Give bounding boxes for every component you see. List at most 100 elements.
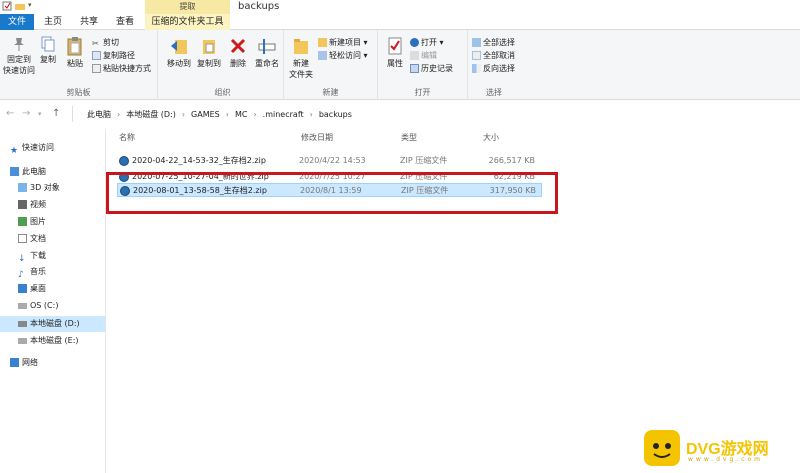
new-folder-label-line2: 文件夹 (289, 70, 313, 79)
edit-icon (410, 51, 419, 60)
open-icon (410, 38, 419, 47)
desktop-icon (18, 284, 27, 293)
new-item-label: 新建项目 (329, 38, 361, 47)
nav-item-videos[interactable]: 视频 (0, 197, 105, 213)
nav-item-desktop[interactable]: 桌面 (0, 281, 105, 297)
window-title: backups (238, 1, 280, 12)
nav-item-this-pc[interactable]: 此电脑 (0, 164, 105, 180)
nav-item-drive-c[interactable]: OS (C:) (0, 298, 105, 314)
copy-button[interactable]: 复制 (36, 36, 60, 65)
breadcrumb-item-backups[interactable]: backups (319, 110, 352, 119)
easy-access-label: 轻松访问 (329, 51, 361, 60)
cut-button[interactable]: ✂ 剪切 (92, 37, 119, 48)
drive-icon (18, 320, 27, 327)
select-none-label: 全部取消 (483, 51, 515, 60)
nav-item-network[interactable]: 网络 (0, 355, 105, 371)
breadcrumb-item-drive-d[interactable]: 本地磁盘 (D:) (126, 109, 176, 120)
history-label: 历史记录 (421, 64, 453, 73)
properties-qat-icon[interactable] (2, 1, 12, 11)
forward-arrow-icon[interactable]: → (22, 108, 30, 119)
folder-qat-icon[interactable] (15, 1, 25, 11)
pictures-icon (18, 217, 27, 226)
invert-selection-button[interactable]: 反向选择 (472, 63, 515, 74)
pin-label-line2: 快速访问 (3, 66, 35, 75)
nav-item-label: 3D 对象 (30, 183, 60, 192)
file-date: 2020/4/22 14:53 (299, 156, 366, 165)
select-none-icon (472, 51, 481, 60)
nav-item-label: 文档 (30, 234, 46, 243)
new-folder-label-line1: 新建 (293, 59, 309, 68)
nav-item-music[interactable]: ♪ 音乐 (0, 264, 105, 280)
history-button[interactable]: 历史记录 (410, 63, 453, 74)
breadcrumb-item-mc[interactable]: MC (235, 110, 248, 119)
cube-icon (18, 183, 27, 192)
chevron-down-icon[interactable]: ▾ (28, 1, 38, 11)
nav-item-quick-access[interactable]: ★ 快速访问 (0, 140, 105, 156)
breadcrumb-item-games[interactable]: GAMES (191, 110, 220, 119)
nav-item-documents[interactable]: 文档 (0, 231, 105, 247)
paste-button[interactable]: 粘贴 (62, 36, 88, 69)
copy-path-button[interactable]: 复制路径 (92, 50, 135, 61)
paste-shortcut-button[interactable]: 粘贴快捷方式 (92, 63, 151, 74)
paste-icon (67, 37, 82, 56)
nav-item-label: 桌面 (30, 284, 46, 293)
tab-share[interactable]: 共享 (74, 14, 104, 30)
rename-button[interactable]: 重命名 (252, 36, 282, 69)
invert-selection-label: 反向选择 (483, 64, 515, 73)
properties-label: 属性 (387, 59, 403, 68)
pin-icon (14, 38, 24, 51)
open-label: 打开 (421, 38, 437, 47)
nav-item-pictures[interactable]: 图片 (0, 214, 105, 230)
nav-item-label: 本地磁盘 (E:) (30, 336, 79, 345)
tab-compressed-folder-tools[interactable]: 压缩的文件夹工具 (145, 14, 230, 30)
select-none-button[interactable]: 全部取消 (472, 50, 515, 61)
quick-access-toolbar: ▾ (2, 1, 38, 11)
cut-label: 剪切 (103, 38, 119, 47)
context-tab-extract[interactable]: 提取 (145, 0, 230, 14)
zip-file-icon (119, 155, 129, 166)
properties-button[interactable]: 属性 (382, 36, 408, 69)
tab-file[interactable]: 文件 (0, 14, 34, 30)
select-all-button[interactable]: 全部选择 (472, 37, 515, 48)
nav-item-label: 视频 (30, 200, 46, 209)
column-header-type[interactable]: 类型 (401, 130, 417, 146)
nav-item-label: OS (C:) (30, 301, 59, 310)
column-header-name[interactable]: 名称 (119, 130, 135, 146)
file-size: 266,517 KB (488, 156, 535, 165)
nav-item-3d-objects[interactable]: 3D 对象 (0, 180, 105, 196)
open-button[interactable]: 打开 ▾ (410, 37, 444, 48)
copy-path-label: 复制路径 (103, 51, 135, 60)
breadcrumb[interactable]: 此电脑 › 本地磁盘 (D:) › GAMES › MC › .minecraft › b… (72, 106, 800, 122)
history-icon (410, 64, 419, 73)
nav-item-drive-e[interactable]: 本地磁盘 (E:) (0, 333, 105, 349)
ribbon-tabs: 文件 主页 共享 查看 压缩的文件夹工具 (0, 14, 800, 30)
tab-view[interactable]: 查看 (110, 14, 140, 30)
new-item-button[interactable]: 新建项目 ▾ (318, 37, 368, 48)
new-folder-button[interactable]: 新建 文件夹 (286, 36, 316, 80)
rename-label: 重命名 (255, 59, 279, 68)
chevron-right-icon: › (225, 109, 229, 119)
move-to-button[interactable]: 移动到 (164, 36, 194, 69)
chevron-down-icon[interactable]: ▾ (38, 110, 42, 118)
nav-item-label: 本地磁盘 (D:) (30, 319, 80, 328)
properties-icon (388, 37, 402, 55)
easy-access-button[interactable]: 轻松访问 ▾ (318, 50, 368, 61)
copy-path-icon (92, 51, 101, 60)
up-arrow-icon[interactable]: ↑ (52, 108, 60, 119)
edit-button[interactable]: 编辑 (410, 50, 437, 61)
delete-button[interactable]: 删除 (226, 36, 250, 69)
navigation-pane: ★ 快速访问 此电脑 3D 对象 视频 图片 文档 ↓ 下载 ♪ 音乐 桌面 OS (… (0, 130, 106, 473)
breadcrumb-item-this-pc[interactable]: 此电脑 (87, 109, 111, 120)
move-to-icon (171, 40, 187, 54)
back-arrow-icon[interactable]: ← (6, 108, 14, 119)
select-group-label: 选择 (486, 88, 502, 97)
column-header-size[interactable]: 大小 (483, 130, 499, 146)
table-row[interactable]: 2020-04-22_14-53-32_生存档2.zip 2020/4/22 1… (117, 154, 542, 168)
breadcrumb-item-minecraft[interactable]: .minecraft (263, 110, 304, 119)
nav-item-drive-d[interactable]: 本地磁盘 (D:) (0, 316, 105, 332)
copy-to-button[interactable]: 复制到 (194, 36, 224, 69)
column-header-date[interactable]: 修改日期 (301, 130, 333, 146)
tab-home[interactable]: 主页 (38, 14, 68, 30)
nav-item-downloads[interactable]: ↓ 下载 (0, 248, 105, 264)
pin-quick-access-button[interactable]: 固定到 快速访问 (2, 36, 36, 76)
